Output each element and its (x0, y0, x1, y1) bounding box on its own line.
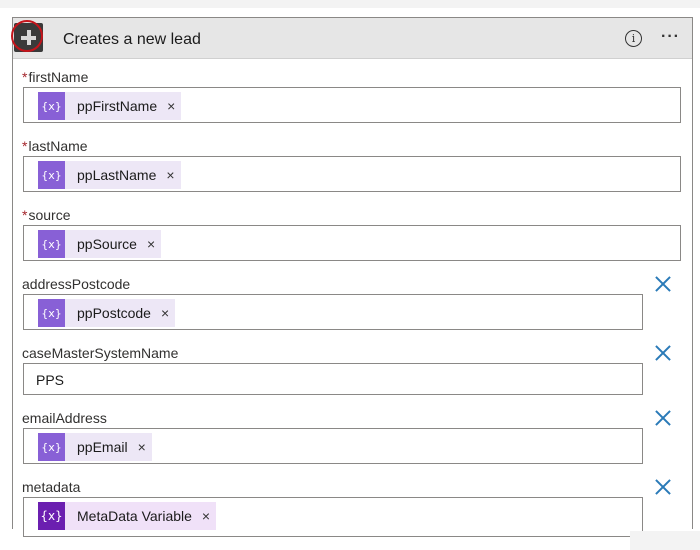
more-options-icon[interactable]: ··· (661, 28, 680, 46)
field-label-text: source (28, 207, 71, 223)
addresspostcode-field[interactable]: {x} ppPostcode × (23, 294, 643, 330)
field-label-emailaddress: emailAddress (22, 410, 107, 426)
required-marker: * (22, 138, 28, 154)
token-label: ppPostcode (77, 305, 151, 321)
variable-icon: {x} (38, 299, 65, 327)
source-field[interactable]: {x} ppSource × (23, 225, 681, 261)
remove-field-icon[interactable] (654, 478, 672, 496)
casemastersystemname-field[interactable]: PPS (23, 363, 643, 395)
token-remove-icon[interactable]: × (161, 305, 169, 321)
dynamic-token[interactable]: {x} ppFirstName × (38, 92, 182, 120)
token-remove-icon[interactable]: × (167, 98, 175, 114)
field-label-casemastersystemname: caseMasterSystemName (22, 345, 179, 361)
action-card: Creates a new lead i ··· *firstName {x} … (11, 17, 693, 537)
dynamic-token[interactable]: {x} ppSource × (38, 230, 162, 258)
field-value: PPS (36, 372, 65, 388)
variable-icon: {x} (38, 161, 65, 189)
remove-field-icon[interactable] (654, 344, 672, 362)
token-remove-icon[interactable]: × (138, 439, 146, 455)
remove-field-icon[interactable] (654, 409, 672, 427)
token-remove-icon[interactable]: × (166, 167, 174, 183)
field-label-source: *source (22, 207, 70, 223)
field-label-lastname: *lastName (22, 138, 88, 154)
field-label-metadata: metadata (22, 479, 81, 495)
lastname-field[interactable]: {x} ppLastName × (23, 156, 681, 192)
token-label: ppFirstName (77, 98, 158, 114)
token-label: ppSource (77, 236, 137, 252)
background-patch (630, 531, 700, 550)
token-label: ppLastName (77, 167, 157, 183)
field-label-addresspostcode: addressPostcode (22, 276, 131, 292)
field-label-text: lastName (28, 138, 88, 154)
top-band (0, 0, 700, 8)
metadata-field[interactable]: {x} MetaData Variable × (23, 497, 643, 537)
variable-icon: {x} (38, 502, 65, 530)
card-title: Creates a new lead (63, 31, 201, 48)
info-icon[interactable]: i (625, 30, 642, 47)
variable-icon: {x} (38, 92, 65, 120)
firstname-field[interactable]: {x} ppFirstName × (23, 87, 681, 123)
token-label: MetaData Variable (77, 508, 192, 524)
dynamic-token[interactable]: {x} MetaData Variable × (38, 502, 217, 530)
required-marker: * (22, 69, 28, 85)
dynamic-token[interactable]: {x} ppLastName × (38, 161, 181, 189)
token-label: ppEmail (77, 439, 128, 455)
card-header[interactable]: Creates a new lead i ··· (11, 18, 692, 59)
variable-icon: {x} (38, 433, 65, 461)
field-label-firstname: *firstName (22, 69, 88, 85)
required-marker: * (22, 207, 28, 223)
token-remove-icon[interactable]: × (202, 508, 210, 524)
dynamic-token[interactable]: {x} ppPostcode × (38, 299, 176, 327)
highlight-circle (11, 20, 43, 52)
dynamic-token[interactable]: {x} ppEmail × (38, 433, 152, 461)
variable-icon: {x} (38, 230, 65, 258)
remove-field-icon[interactable] (654, 275, 672, 293)
emailaddress-field[interactable]: {x} ppEmail × (23, 428, 643, 464)
token-remove-icon[interactable]: × (147, 236, 155, 252)
field-label-text: firstName (28, 69, 89, 85)
